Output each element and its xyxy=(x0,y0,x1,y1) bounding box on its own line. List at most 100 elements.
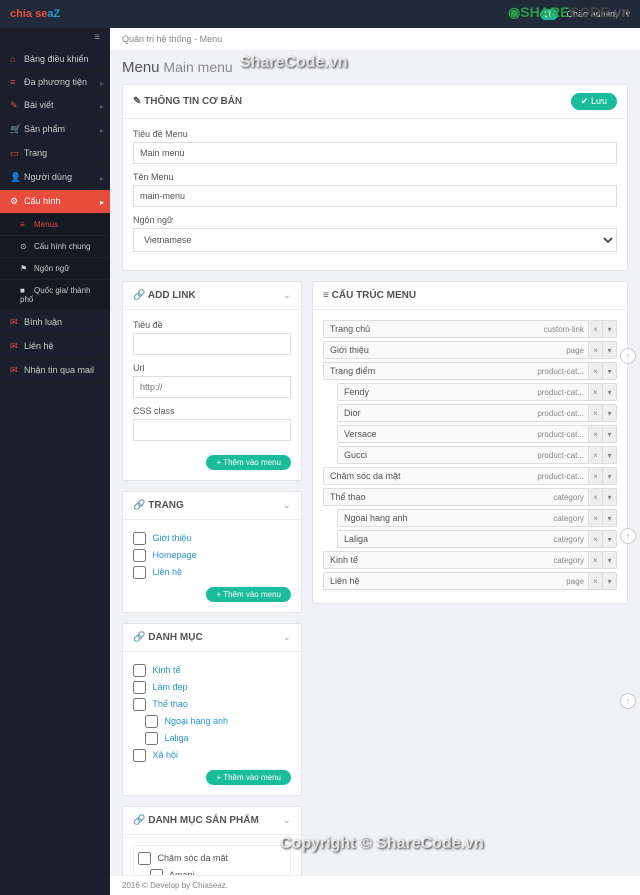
item-toggle-icon[interactable]: ▾ xyxy=(602,342,616,358)
danhmuc-add-button[interactable]: + Thêm vào menu xyxy=(206,770,291,785)
item-toggle-icon[interactable]: ▾ xyxy=(602,321,616,337)
scroll-up-icon[interactable]: ↑ xyxy=(620,693,636,709)
sidebar-item[interactable]: 🛒Sản phẩm▸ xyxy=(0,118,110,142)
sidebar-item[interactable]: ≡Menus xyxy=(0,214,110,236)
breadcrumb-a[interactable]: Quản trị hệ thống xyxy=(122,34,192,44)
collapse-icon[interactable]: ⌄ xyxy=(283,815,291,826)
topbar: chia seaZ 50 Chào admin, ▾ xyxy=(0,0,640,28)
sidebar-item[interactable]: ⌂Bảng điều khiển xyxy=(0,48,110,71)
addlink-url-input[interactable] xyxy=(133,376,291,398)
item-toggle-icon[interactable]: ▾ xyxy=(602,510,616,526)
item-toggle-icon[interactable]: ▾ xyxy=(602,363,616,379)
item-toggle-icon[interactable]: ▾ xyxy=(602,531,616,547)
sidebar-item[interactable]: ✉Bình luận xyxy=(0,311,110,335)
item-delete-icon[interactable]: × xyxy=(588,405,602,421)
page-title: Menu Main menu xyxy=(110,51,640,84)
notification-badge[interactable]: 50 xyxy=(540,9,559,20)
category-check-item[interactable]: Thể thao xyxy=(133,696,291,713)
collapse-icon[interactable]: ⌄ xyxy=(283,500,291,511)
menu-structure-item[interactable]: Liên hệpage×▾ xyxy=(323,572,617,590)
page-check-item[interactable]: Giới thiệu xyxy=(133,530,291,547)
chevron-down-icon[interactable]: ▾ xyxy=(625,9,630,20)
trang-panel: 🔗 TRANG⌄ Giới thiệu Homepage Liên hệ + T… xyxy=(122,491,302,613)
sidebar-item[interactable]: ✎Bài viết▸ xyxy=(0,94,110,118)
item-toggle-icon[interactable]: ▾ xyxy=(602,468,616,484)
item-toggle-icon[interactable]: ▾ xyxy=(602,405,616,421)
item-delete-icon[interactable]: × xyxy=(588,510,602,526)
collapse-icon[interactable]: ⌄ xyxy=(283,290,291,301)
page-check-item[interactable]: Homepage xyxy=(133,547,291,564)
menu-structure-item[interactable]: Kinh tếcategory×▾ xyxy=(323,551,617,569)
menu-structure-item[interactable]: Trang điểmproduct-cat...×▾ xyxy=(323,362,617,380)
addlink-css-input[interactable] xyxy=(133,419,291,441)
item-delete-icon[interactable]: × xyxy=(588,552,602,568)
item-delete-icon[interactable]: × xyxy=(588,489,602,505)
item-toggle-icon[interactable]: ▾ xyxy=(602,552,616,568)
info-panel: ✎ THÔNG TIN CƠ BẢN ✔ Lưu Tiêu đề Menu Tê… xyxy=(122,84,628,271)
category-check-item[interactable]: Laliga xyxy=(133,730,291,747)
sidebar-item[interactable]: ✉Liên hệ xyxy=(0,335,110,359)
main: Quản trị hệ thống - Menu Menu Main menu … xyxy=(110,28,640,895)
sidebar-item[interactable]: ⚑Ngôn ngữ xyxy=(0,258,110,280)
label-menu-title: Tiêu đề Menu xyxy=(133,129,617,139)
menu-structure-item[interactable]: Gucciproduct-cat...×▾ xyxy=(337,446,617,464)
item-delete-icon[interactable]: × xyxy=(588,321,602,337)
sidebar-item[interactable]: ⚙Cấu hình▸ xyxy=(0,190,110,214)
item-delete-icon[interactable]: × xyxy=(588,468,602,484)
item-toggle-icon[interactable]: ▾ xyxy=(602,426,616,442)
danhmuc-panel: 🔗 DANH MỤC⌄ Kinh tế Làm đẹp Thể thao Ngo… xyxy=(122,623,302,796)
logo[interactable]: chia seaZ xyxy=(10,8,60,20)
menu-structure-item[interactable]: Thể thaocategory×▾ xyxy=(323,488,617,506)
category-check-item[interactable]: Xã hội xyxy=(133,747,291,764)
label-menu-name: Tên Menu xyxy=(133,172,617,182)
menu-structure-item[interactable]: Chăm sóc da mặtproduct-cat...×▾ xyxy=(323,467,617,485)
menu-structure-item[interactable]: Laligacategory×▾ xyxy=(337,530,617,548)
addlink-add-button[interactable]: + Thêm vào menu xyxy=(206,455,291,470)
menu-structure-item[interactable]: Diorproduct-cat...×▾ xyxy=(337,404,617,422)
product-cat-check-item[interactable]: Chăm sóc da mặt xyxy=(138,850,286,867)
sidebar-item[interactable]: ■Quốc gia/ thành phố xyxy=(0,280,110,311)
category-check-item[interactable]: Ngoại hạng anh xyxy=(133,713,291,730)
item-delete-icon[interactable]: × xyxy=(588,363,602,379)
item-delete-icon[interactable]: × xyxy=(588,426,602,442)
menu-name-input[interactable] xyxy=(133,185,617,207)
item-toggle-icon[interactable]: ▾ xyxy=(602,447,616,463)
scroll-up-icon[interactable]: ↑ xyxy=(620,528,636,544)
collapse-icon[interactable]: ⌄ xyxy=(283,632,291,643)
item-toggle-icon[interactable]: ▾ xyxy=(602,489,616,505)
menu-structure-item[interactable]: Trang chủcustom-link×▾ xyxy=(323,320,617,338)
addlink-title-input[interactable] xyxy=(133,333,291,355)
footer: 2016 © Develop by Chiaseaz. xyxy=(110,875,640,895)
item-toggle-icon[interactable]: ▾ xyxy=(602,573,616,589)
category-check-item[interactable]: Kinh tế xyxy=(133,662,291,679)
page-check-item[interactable]: Liên hệ xyxy=(133,564,291,581)
menu-toggle-icon[interactable]: ≡ xyxy=(0,28,110,48)
breadcrumb-b[interactable]: Menu xyxy=(200,34,223,44)
item-delete-icon[interactable]: × xyxy=(588,447,602,463)
save-button[interactable]: ✔ Lưu xyxy=(571,93,617,110)
menu-title-input[interactable] xyxy=(133,142,617,164)
sidebar: ≡ ⌂Bảng điều khiển≡Đa phương tiện▸✎Bài v… xyxy=(0,28,110,895)
trang-add-button[interactable]: + Thêm vào menu xyxy=(206,587,291,602)
menu-structure-item[interactable]: Fendyproduct-cat...×▾ xyxy=(337,383,617,401)
sidebar-item[interactable]: ▭Trang xyxy=(0,142,110,166)
item-delete-icon[interactable]: × xyxy=(588,573,602,589)
sidebar-item[interactable]: ⊙Cấu hình chung xyxy=(0,236,110,258)
item-delete-icon[interactable]: × xyxy=(588,342,602,358)
language-select[interactable]: Vietnamese xyxy=(133,228,617,252)
link-icon: 🔗 xyxy=(133,290,145,301)
menu-structure-item[interactable]: Versaceproduct-cat...×▾ xyxy=(337,425,617,443)
sidebar-item[interactable]: ≡Đa phương tiện▸ xyxy=(0,71,110,94)
item-delete-icon[interactable]: × xyxy=(588,531,602,547)
item-delete-icon[interactable]: × xyxy=(588,384,602,400)
addlink-panel: 🔗 ADD LINK⌄ Tiêu đề Url CSS class + Thêm… xyxy=(122,281,302,481)
user-greeting[interactable]: Chào admin, xyxy=(566,9,617,19)
label-language: Ngôn ngữ xyxy=(133,215,617,225)
sidebar-item[interactable]: 👤Người dùng▸ xyxy=(0,166,110,190)
category-check-item[interactable]: Làm đẹp xyxy=(133,679,291,696)
scroll-up-icon[interactable]: ↑ xyxy=(620,348,636,364)
menu-structure-item[interactable]: Giới thiệupage×▾ xyxy=(323,341,617,359)
sidebar-item[interactable]: ✉Nhận tin qua mail xyxy=(0,359,110,383)
item-toggle-icon[interactable]: ▾ xyxy=(602,384,616,400)
menu-structure-item[interactable]: Ngoai hang anhcategory×▾ xyxy=(337,509,617,527)
